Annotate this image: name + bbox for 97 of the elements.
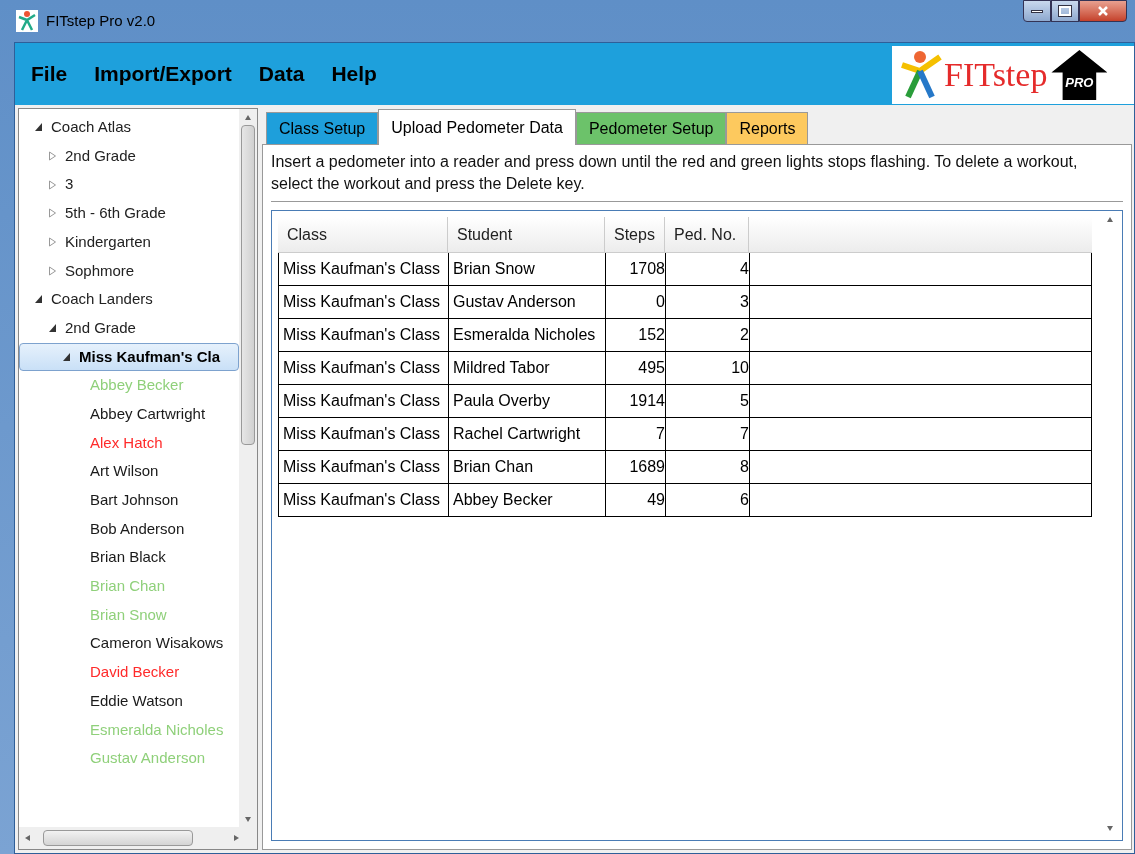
minimize-button[interactable] <box>1023 0 1051 22</box>
table-cell: 4 <box>666 253 750 285</box>
table-cell: Miss Kaufman's Class <box>279 253 449 285</box>
logo-text: FITstep <box>944 58 1048 92</box>
horizontal-scrollbar[interactable] <box>19 827 257 849</box>
column-header[interactable]: Class <box>278 217 448 252</box>
collapsed-triangle-icon[interactable] <box>48 265 57 276</box>
column-header[interactable]: Steps <box>605 217 665 252</box>
tab[interactable]: Reports <box>726 112 809 144</box>
table-cell: 7 <box>666 418 750 450</box>
scroll-right-icon[interactable] <box>233 834 241 842</box>
tree-item[interactable]: Cameron Wisakows <box>19 629 239 659</box>
tab[interactable]: Upload Pedometer Data <box>378 109 576 145</box>
scroll-down-icon[interactable] <box>1106 824 1114 832</box>
tree-item[interactable]: 3 <box>19 170 239 200</box>
table-cell: 1689 <box>606 451 666 483</box>
tree-item[interactable]: Bart Johnson <box>19 485 239 515</box>
table-cell: Miss Kaufman's Class <box>279 418 449 450</box>
close-button[interactable] <box>1079 0 1127 22</box>
table-row[interactable]: Miss Kaufman's Class Abbey Becker 49 6 <box>278 484 1092 517</box>
table-cell: Abbey Becker <box>449 484 606 516</box>
table-cell: 152 <box>606 319 666 351</box>
table-row[interactable]: Miss Kaufman's Class Rachel Cartwright 7 7 <box>278 418 1092 451</box>
collapsed-triangle-icon[interactable] <box>48 151 57 162</box>
collapsed-triangle-icon[interactable] <box>48 179 57 190</box>
table-cell: Gustav Anderson <box>449 286 606 318</box>
table-cell: 495 <box>606 352 666 384</box>
table-cell: Brian Chan <box>449 451 606 483</box>
instruction-text: Insert a pedometer into a reader and press down until the red and green lights stops flashing. To delete a workout, select the workout and press the Delete key. <box>271 151 1123 202</box>
tree-item[interactable]: Brian Black <box>19 543 239 572</box>
scroll-left-icon[interactable] <box>23 834 31 842</box>
table-cell: Miss Kaufman's Class <box>279 385 449 417</box>
tree-item[interactable]: Sophmore <box>19 256 239 286</box>
table-cell: 1914 <box>606 385 666 417</box>
table-cell: Mildred Tabor <box>449 352 606 384</box>
tree-item[interactable]: Bob Anderson <box>19 514 239 544</box>
maximize-button[interactable] <box>1051 0 1079 22</box>
expanded-triangle-icon[interactable] <box>34 294 43 305</box>
tree-item[interactable]: Miss Kaufman's Cla <box>19 342 239 372</box>
table-cell: 1708 <box>606 253 666 285</box>
table-cell: 8 <box>666 451 750 483</box>
menu-item[interactable]: Import/Export <box>94 58 232 90</box>
table-row[interactable]: Miss Kaufman's Class Mildred Tabor 495 10 <box>278 352 1092 385</box>
table-cell: 5 <box>666 385 750 417</box>
table-row[interactable]: Miss Kaufman's Class Esmeralda Nicholes 152 2 <box>278 319 1092 352</box>
expanded-triangle-icon[interactable] <box>62 351 71 362</box>
table-cell: 2 <box>666 319 750 351</box>
tree-item[interactable]: 2nd Grade <box>19 313 239 343</box>
tree-item[interactable]: Art Wilson <box>19 457 239 486</box>
table-row[interactable]: Miss Kaufman's Class Paula Overby 1914 5 <box>278 385 1092 418</box>
table-cell: Paula Overby <box>449 385 606 417</box>
table-cell: Miss Kaufman's Class <box>279 484 449 516</box>
tab[interactable]: Class Setup <box>266 112 379 144</box>
table-cell: 3 <box>666 286 750 318</box>
table-cell: 10 <box>666 352 750 384</box>
tab[interactable]: Pedometer Setup <box>575 112 727 144</box>
collapsed-triangle-icon[interactable] <box>48 208 57 219</box>
window-title: FITstep Pro v2.0 <box>46 10 156 31</box>
menu-item[interactable]: File <box>31 58 68 90</box>
scroll-up-icon[interactable] <box>1106 215 1114 223</box>
table-cell: Miss Kaufman's Class <box>279 352 449 384</box>
table-cell: Rachel Cartwright <box>449 418 606 450</box>
table-cell: Esmeralda Nicholes <box>449 319 606 351</box>
table-cell: 0 <box>606 286 666 318</box>
collapsed-triangle-icon[interactable] <box>48 237 57 248</box>
table-cell: 49 <box>606 484 666 516</box>
tree-item[interactable]: Coach Landers <box>19 285 239 314</box>
menu-item[interactable]: Help <box>331 58 377 90</box>
tree-item[interactable]: 2nd Grade <box>19 141 239 171</box>
scrollbar[interactable] <box>239 109 257 827</box>
table-cell: Miss Kaufman's Class <box>279 451 449 483</box>
scroll-up-icon[interactable] <box>244 113 252 121</box>
pro-badge: PRO <box>1051 50 1108 100</box>
expanded-triangle-icon[interactable] <box>34 122 43 133</box>
tree-item[interactable]: David Becker <box>19 658 239 687</box>
menu-item[interactable]: Data <box>258 58 305 90</box>
expanded-triangle-icon[interactable] <box>48 323 57 334</box>
table-cell: 7 <box>606 418 666 450</box>
table-cell: 6 <box>666 484 750 516</box>
close-icon <box>1097 6 1109 16</box>
tree-item[interactable]: Kindergarten <box>19 227 239 257</box>
runner-icon <box>900 49 944 101</box>
column-header[interactable]: Ped. No. <box>665 217 749 252</box>
scroll-down-icon[interactable] <box>244 815 252 823</box>
tree-item[interactable]: Alex Hatch <box>19 428 239 458</box>
tree-item[interactable]: Eddie Watson <box>19 686 239 716</box>
table-row[interactable]: Miss Kaufman's Class Gustav Anderson 0 3 <box>278 286 1092 319</box>
table-cell: Miss Kaufman's Class <box>279 319 449 351</box>
tree-item[interactable]: 5th - 6th Grade <box>19 199 239 228</box>
runner-icon <box>16 10 38 32</box>
table-cell: Brian Snow <box>449 253 606 285</box>
tree-item[interactable]: Abbey Cartwright <box>19 399 239 429</box>
table-row[interactable]: Miss Kaufman's Class Brian Snow 1708 4 <box>278 253 1092 286</box>
table-row[interactable]: Miss Kaufman's Class Brian Chan 1689 8 <box>278 451 1092 484</box>
tree-item[interactable]: Coach Atlas <box>19 113 239 142</box>
column-header[interactable]: Student <box>448 217 605 252</box>
table-cell: Miss Kaufman's Class <box>279 286 449 318</box>
